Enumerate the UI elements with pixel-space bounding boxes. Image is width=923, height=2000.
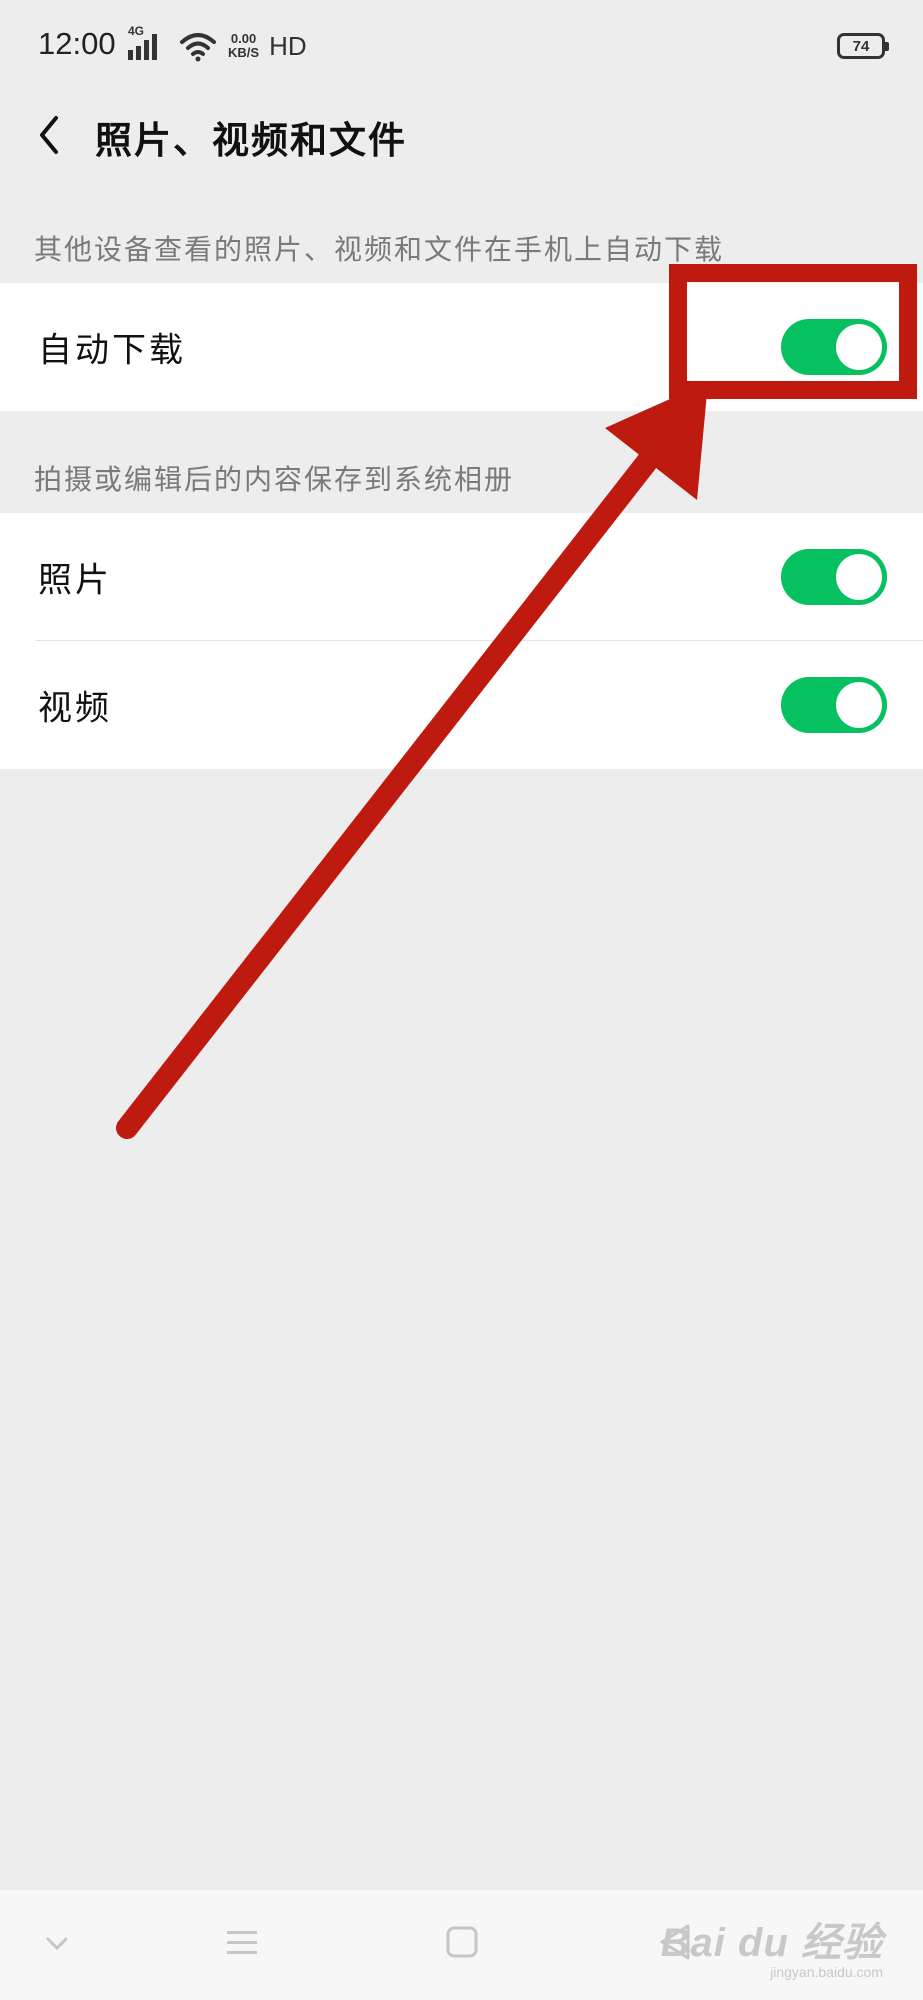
battery-icon: 74 — [837, 33, 889, 59]
app-header: 照片、视频和文件 — [0, 92, 923, 180]
speed-value: 0.00 — [230, 31, 257, 46]
status-time: 12:00 — [38, 26, 116, 61]
battery-level: 74 — [852, 37, 870, 55]
toggle-knob — [836, 682, 882, 728]
page-title: 照片、视频和文件 — [95, 119, 407, 162]
watermark-brand: Bai du 经验 — [660, 1921, 883, 1965]
network-speed: 0.00 KB/S — [228, 32, 259, 60]
toggle-knob — [836, 324, 882, 370]
navigation-bar: Bai du 经验 jingyan.baidu.com — [0, 1890, 923, 2000]
setting-row-videos[interactable]: 视频 — [0, 641, 923, 769]
photos-label: 照片 — [38, 560, 112, 601]
videos-toggle[interactable] — [781, 677, 887, 733]
baidu-watermark: Bai du 经验 jingyan.baidu.com — [661, 1910, 883, 1980]
photos-toggle[interactable] — [781, 549, 887, 605]
status-bar: 12:00 4G 0.00 KB/S HD 74 — [0, 0, 923, 92]
status-icons: 4G 0.00 KB/S HD — [128, 24, 307, 66]
menu-icon[interactable] — [224, 1924, 260, 1960]
save-to-album-card: 照片 视频 — [0, 513, 923, 769]
toggle-knob — [836, 554, 882, 600]
speed-unit: KB/S — [228, 45, 260, 60]
wifi-icon — [180, 33, 216, 62]
chevron-left-icon[interactable] — [30, 110, 70, 160]
hd-label: HD — [269, 30, 307, 61]
videos-label: 视频 — [38, 688, 112, 729]
signal-icon: 4G — [128, 24, 168, 62]
auto-download-toggle[interactable] — [781, 319, 887, 375]
setting-row-photos[interactable]: 照片 — [0, 513, 923, 641]
auto-download-label: 自动下载 — [38, 330, 186, 371]
auto-download-card: 自动下载 — [0, 283, 923, 411]
screen: 12:00 4G 0.00 KB/S HD 74 照片、视频和文件 其他设备查看… — [0, 0, 923, 2000]
setting-row-auto-download[interactable]: 自动下载 — [0, 283, 923, 411]
chevron-down-icon[interactable] — [42, 1928, 72, 1958]
save-to-album-caption: 拍摄或编辑后的内容保存到系统相册 — [34, 463, 515, 496]
auto-download-caption: 其他设备查看的照片、视频和文件在手机上自动下载 — [34, 233, 725, 266]
home-square-icon[interactable] — [444, 1924, 480, 1960]
